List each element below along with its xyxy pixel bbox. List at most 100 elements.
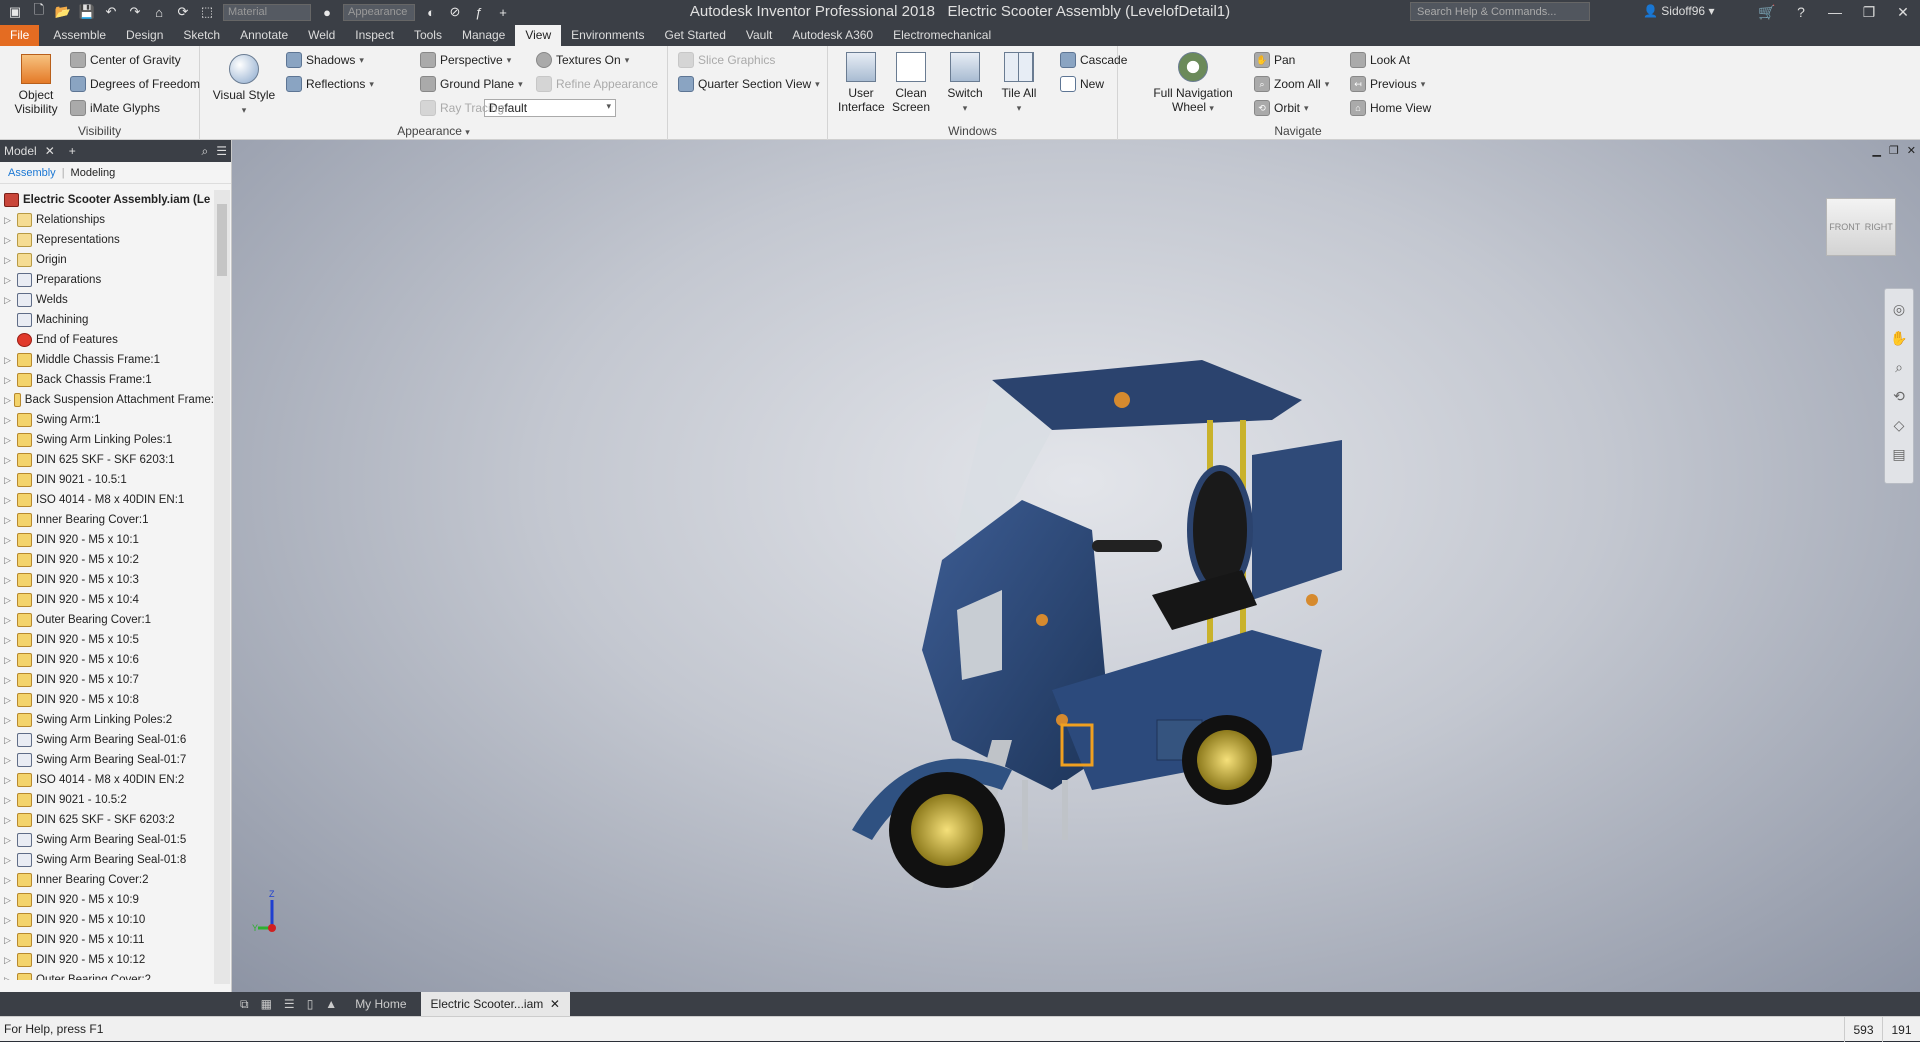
perspective-button[interactable]: Perspective ▾ [420, 52, 511, 68]
tree-item[interactable]: ▷ DIN 920 - M5 x 10:6 [0, 650, 214, 670]
degrees-of-freedom-button[interactable]: Degrees of Freedom [70, 76, 200, 92]
tab-weld[interactable]: Weld [298, 25, 345, 46]
zoom-all-button[interactable]: ⌕ Zoom All ▾ [1254, 76, 1329, 92]
expand-icon[interactable]: ▷ [4, 275, 14, 286]
browser-tab-assembly[interactable]: Assembly [8, 167, 56, 179]
expand-icon[interactable]: ▷ [4, 975, 14, 981]
tab-autodesk-a360[interactable]: Autodesk A360 [782, 25, 883, 46]
tree-item[interactable]: ▷ Inner Bearing Cover:2 [0, 870, 214, 890]
tree-item[interactable]: ▷ DIN 920 - M5 x 10:4 [0, 590, 214, 610]
expand-icon[interactable]: ▷ [4, 555, 14, 566]
tile-all-button[interactable]: Tile All ▾ [996, 52, 1042, 115]
expand-icon[interactable]: ▷ [4, 755, 14, 766]
tree-item[interactable]: End of Features [0, 330, 214, 350]
tree-item[interactable]: ▷ Swing Arm Linking Poles:2 [0, 710, 214, 730]
expand-icon[interactable]: ▷ [4, 475, 14, 486]
pan-nav-icon[interactable]: ✋ [1885, 330, 1913, 347]
browser-vertical-scrollbar[interactable] [214, 190, 230, 984]
tree-item[interactable]: ▷ Swing Arm Linking Poles:1 [0, 430, 214, 450]
tab-environments[interactable]: Environments [561, 25, 654, 46]
expand-icon[interactable]: ▷ [4, 255, 14, 266]
expand-icon[interactable]: ▷ [4, 615, 14, 626]
tree-item[interactable]: ▷ Representations [0, 230, 214, 250]
visual-style-button[interactable]: Visual Style ▾ [212, 54, 276, 117]
graphics-viewport[interactable]: ▁ ❐ ✕ FRONT RIGHT ◎ ✋ ⌕ ⟲ ◇ ▤ Z Y [232, 140, 1920, 992]
clear-icon[interactable]: ⊘ [444, 2, 466, 22]
expand-icon[interactable]: ▷ [4, 415, 14, 426]
tree-item[interactable]: ▷ Middle Chassis Frame:1 [0, 350, 214, 370]
material-select[interactable]: Material [223, 3, 311, 21]
ray-tracing-button[interactable]: Ray Tracing [420, 100, 504, 116]
zoom-nav-icon[interactable]: ⌕ [1885, 359, 1913, 376]
tabs-menu-icon[interactable]: ▲ [321, 997, 341, 1011]
expand-icon[interactable]: ▷ [4, 855, 14, 866]
refine-appearance-button[interactable]: Refine Appearance [536, 76, 658, 92]
expand-icon[interactable]: ▷ [4, 595, 14, 606]
expand-icon[interactable]: ▷ [4, 835, 14, 846]
textures-on-button[interactable]: Textures On ▾ [536, 52, 629, 68]
browser-close-icon[interactable]: ✕ [45, 144, 55, 158]
quarter-section-view-button[interactable]: Quarter Section View ▾ [678, 76, 820, 92]
tree-item[interactable]: ▷ Swing Arm Bearing Seal-01:6 [0, 730, 214, 750]
close-document-icon[interactable]: ✕ [550, 997, 560, 1011]
tree-item[interactable]: ▷ Swing Arm Bearing Seal-01:7 [0, 750, 214, 770]
expand-icon[interactable]: ▷ [4, 435, 14, 446]
fx-icon[interactable]: ƒ [468, 2, 490, 22]
ground-plane-button[interactable]: Ground Plane ▾ [420, 76, 523, 92]
tree-item[interactable]: ▷ DIN 920 - M5 x 10:3 [0, 570, 214, 590]
expand-icon[interactable]: ▷ [4, 895, 14, 906]
tree-item[interactable]: ▷ Inner Bearing Cover:1 [0, 510, 214, 530]
look-at-nav-icon[interactable]: ◇ [1885, 417, 1913, 434]
expand-icon[interactable]: ▷ [4, 495, 14, 506]
tree-item[interactable]: ▷ Origin [0, 250, 214, 270]
object-visibility-button[interactable]: Object Visibility [8, 54, 64, 116]
tree-item[interactable]: ▷ DIN 9021 - 10.5:1 [0, 470, 214, 490]
tree-item[interactable]: ▷ Welds [0, 290, 214, 310]
minimize-button[interactable]: — [1818, 0, 1852, 24]
home-view-button[interactable]: ⌂ Home View [1350, 100, 1431, 116]
reflections-button[interactable]: Reflections ▾ [286, 76, 374, 92]
open-icon[interactable]: 📂 [52, 2, 74, 22]
steering-wheel-icon[interactable]: ◎ [1885, 301, 1913, 318]
full-navigation-wheel-button[interactable]: Full Navigation Wheel ▾ [1148, 52, 1238, 115]
tab-get-started[interactable]: Get Started [655, 25, 736, 46]
update-icon[interactable]: ⟳ [172, 2, 194, 22]
tree-item[interactable]: ▷ Back Chassis Frame:1 [0, 370, 214, 390]
appearance-panel-label[interactable]: Appearance ▾ [200, 124, 667, 138]
expand-icon[interactable]: ▷ [4, 535, 14, 546]
help-icon[interactable]: ? [1784, 0, 1818, 24]
tab-tools[interactable]: Tools [404, 25, 452, 46]
tile-vertical-icon[interactable]: ▯ [303, 997, 318, 1011]
viewcube-right-face[interactable]: RIGHT [1865, 222, 1893, 232]
tree-item[interactable]: ▷ DIN 625 SKF - SKF 6203:2 [0, 810, 214, 830]
expand-icon[interactable]: ▷ [4, 715, 14, 726]
tree-item[interactable]: ▷ Swing Arm Bearing Seal-01:5 [0, 830, 214, 850]
tile-horizontal-icon[interactable]: ☰ [280, 997, 299, 1011]
orbit-button[interactable]: ⟲ Orbit ▾ [1254, 100, 1309, 116]
cascade-docs-icon[interactable]: ⧉ [236, 997, 253, 1012]
active-document-tab[interactable]: Electric Scooter...iam ✕ [420, 992, 570, 1016]
expand-icon[interactable]: ▷ [4, 355, 14, 366]
look-at-button[interactable]: Look At [1350, 52, 1410, 68]
expand-icon[interactable]: ▷ [4, 735, 14, 746]
tab-inspect[interactable]: Inspect [345, 25, 404, 46]
close-button[interactable]: ✕ [1886, 0, 1920, 24]
expand-icon[interactable]: ▷ [4, 775, 14, 786]
app-menu-icon[interactable]: ▣ [4, 2, 26, 22]
home-icon[interactable]: ⌂ [148, 2, 170, 22]
tree-root[interactable]: Electric Scooter Assembly.iam (Le [0, 190, 214, 210]
tab-sketch[interactable]: Sketch [173, 25, 230, 46]
tree-item[interactable]: ▷ DIN 920 - M5 x 10:1 [0, 530, 214, 550]
imate-glyphs-button[interactable]: iMate Glyphs [70, 100, 160, 116]
save-icon[interactable]: 💾 [76, 2, 98, 22]
plus-icon[interactable]: + [492, 2, 514, 22]
expand-icon[interactable]: ▷ [4, 915, 14, 926]
tree-item[interactable]: ▷ DIN 625 SKF - SKF 6203:1 [0, 450, 214, 470]
restore-button[interactable]: ❐ [1852, 0, 1886, 24]
expand-icon[interactable]: ▷ [4, 815, 14, 826]
tab-assemble[interactable]: Assemble [43, 25, 116, 46]
tree-item[interactable]: ▷ DIN 920 - M5 x 10:8 [0, 690, 214, 710]
pan-button[interactable]: ✋ Pan [1254, 52, 1295, 68]
expand-icon[interactable]: ▷ [4, 875, 14, 886]
expand-icon[interactable]: ▷ [4, 955, 14, 966]
